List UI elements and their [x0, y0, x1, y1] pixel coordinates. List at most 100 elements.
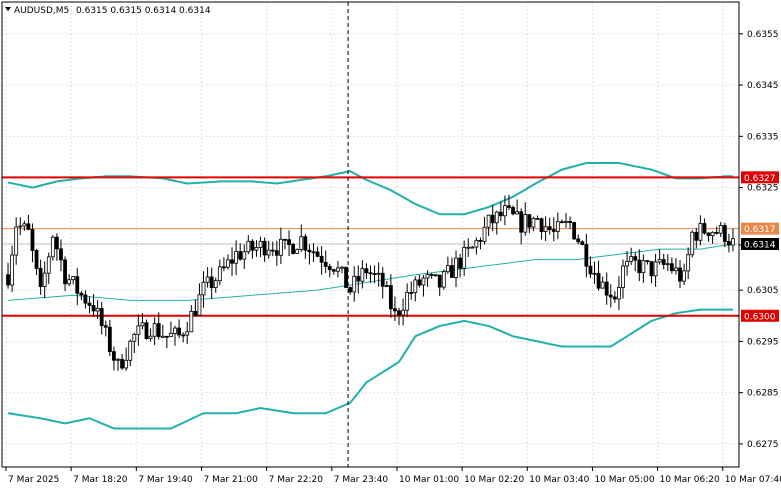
candle-body-bull	[50, 236, 55, 258]
candle-body-bull	[718, 225, 723, 234]
candle-body-bear	[576, 238, 581, 243]
candle-body-bear	[694, 231, 699, 241]
chart-window[interactable]: 0.6355 0.6345 0.6335 0.6325 0.6314 0.6305 0.62…	[0, 0, 781, 489]
candle-body-bear	[726, 241, 731, 246]
candle-body-bull	[515, 211, 520, 215]
candle-body-bull	[482, 226, 487, 242]
candle-body-bear	[637, 259, 642, 274]
candle-body-bull	[14, 226, 19, 256]
candle-body-bear	[417, 279, 422, 286]
candle-body-bull	[360, 268, 365, 282]
plot-border	[1, 1, 740, 468]
x-tick-label: 10 Mar 02:20	[464, 475, 524, 485]
candle-body-bear	[364, 268, 369, 274]
candle-body-bull	[710, 232, 715, 237]
candle-body-bull	[246, 240, 251, 253]
candle-body-bear	[120, 358, 124, 369]
price-label-bid: 0.6314	[741, 237, 779, 250]
candle-body-bull	[564, 220, 568, 223]
time-axis[interactable]: 7 Mar 2025 7 Mar 18:20 7 Mar 19:40 7 Mar 21…	[5, 467, 781, 485]
price-chart[interactable]: 0.6355 0.6345 0.6335 0.6325 0.6314 0.6305 0.62…	[0, 0, 781, 489]
candle-body-bear	[307, 249, 312, 253]
candle-body-bear	[59, 248, 63, 261]
candle-body-bull	[42, 272, 47, 287]
candle-body-bull	[340, 266, 344, 269]
candle-body-bear	[388, 285, 393, 310]
candle-body-bear	[356, 275, 361, 282]
candle-body-bear	[368, 272, 373, 275]
candle-body-bear	[344, 266, 348, 288]
symbol-name: AUDUSD,M5	[14, 6, 69, 16]
candle-body-bull	[71, 276, 76, 281]
candle-body-bull	[148, 335, 153, 340]
candle-body-bear	[397, 310, 401, 316]
candle-body-bear	[458, 257, 462, 269]
candle-body-bull	[152, 323, 157, 337]
price-labels: 0.6327 0.6317 0.6314 0.6300	[741, 171, 779, 322]
candle-body-bull	[22, 223, 27, 227]
candle-body-bull	[555, 221, 560, 232]
candle-body-bull	[140, 322, 145, 327]
horizontal-levels[interactable]	[2, 176, 739, 317]
y-tick-label: 0.6335	[747, 132, 779, 142]
candle-body-bull	[234, 251, 239, 264]
x-tick-label: 7 Mar 18:20	[73, 475, 128, 485]
candle-body-bull	[731, 238, 735, 246]
candle-body-bear	[450, 265, 454, 278]
y-tick-label: 0.6275	[747, 440, 779, 450]
y-tick-label: 0.6355	[747, 30, 779, 40]
candle-body-bull	[124, 359, 129, 369]
candle-body-bear	[291, 244, 296, 254]
candle-body-bull	[690, 231, 695, 256]
candle-body-bear	[722, 225, 727, 242]
candle-body-bull	[46, 256, 51, 274]
bollinger-lower-line	[7, 308, 733, 430]
candle-body-bull	[189, 310, 194, 333]
candle-body-bear	[568, 220, 572, 223]
candle-body-bull	[295, 249, 300, 254]
candle-body-bear	[274, 250, 279, 256]
candle-body-bull	[197, 294, 202, 316]
candle-body-bear	[519, 211, 524, 233]
candle-body-bear	[409, 292, 414, 294]
candle-body-bear	[99, 307, 104, 327]
candle-body-bear	[669, 263, 674, 272]
candle-body-bull	[169, 333, 173, 337]
candle-body-bull	[299, 236, 304, 250]
candle-body-bull	[258, 240, 263, 248]
x-tick-label: 7 Mar 23:40	[334, 475, 389, 485]
candle-body-bear	[250, 240, 255, 251]
candle-body-bear	[34, 250, 39, 269]
price-label-ask: 0.6317	[741, 222, 779, 235]
candle-body-bear	[181, 334, 186, 337]
candle-body-bear	[112, 351, 116, 361]
candle-body-bull	[486, 214, 491, 228]
candle-body-bear	[83, 294, 88, 304]
candle-body-bull	[401, 309, 405, 316]
candle-body-bull	[494, 211, 499, 224]
candle-body-bear	[283, 238, 287, 241]
candle-body-bear	[588, 265, 593, 275]
candle-body-bull	[336, 267, 340, 272]
candle-body-bull	[67, 279, 72, 285]
candle-body-bull	[279, 238, 283, 256]
candle-body-bull	[674, 267, 678, 272]
candle-body-bear	[30, 229, 35, 251]
candle-body-bear	[661, 259, 666, 265]
candle-body-bull	[128, 340, 133, 361]
candle-body-bull	[531, 218, 536, 228]
price-label-text: 0.6300	[744, 312, 776, 322]
candle-body-bull	[405, 292, 410, 311]
candle-body-bull	[160, 335, 165, 338]
candle-body-bear	[323, 261, 328, 267]
price-label-level: 0.6327	[741, 171, 779, 184]
candle-body-bull	[543, 226, 548, 232]
candle-body-bull	[470, 246, 475, 249]
candle-body-bear	[238, 251, 243, 260]
candle-body-bear	[55, 236, 59, 250]
candle-body-bull	[384, 285, 389, 287]
candle-body-bull	[201, 281, 206, 296]
candle-body-bull	[217, 266, 222, 282]
candle-body-bear	[714, 232, 719, 234]
candle-body-bull	[132, 333, 137, 342]
